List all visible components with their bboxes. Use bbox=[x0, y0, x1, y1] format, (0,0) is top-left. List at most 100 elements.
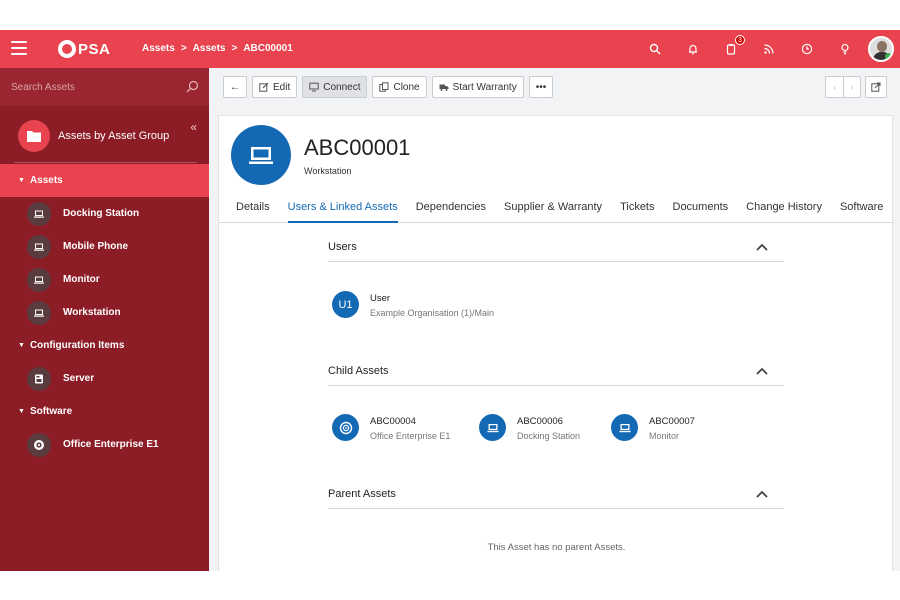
sidebar-item-label: Mobile Phone bbox=[63, 241, 128, 252]
breadcrumb-separator: > bbox=[180, 43, 187, 54]
more-dots-icon: ••• bbox=[535, 81, 547, 93]
notification-badge: 3 bbox=[735, 35, 745, 45]
next-record-icon[interactable]: › bbox=[843, 77, 860, 97]
sidebar-item-label: Monitor bbox=[63, 274, 100, 285]
caret-down-icon: ▼ bbox=[18, 408, 25, 415]
online-status-dot bbox=[885, 53, 892, 60]
sidebar-item-workstation[interactable]: Workstation bbox=[0, 296, 209, 329]
user-name: User bbox=[370, 293, 391, 304]
sidebar-item-label: Workstation bbox=[63, 307, 121, 318]
clipboard-icon bbox=[726, 44, 736, 55]
top-icons: 3 bbox=[636, 30, 900, 68]
sidebar-item-docking-station[interactable]: Docking Station bbox=[0, 197, 209, 230]
child-asset-entry[interactable]: ABC00004 Office Enterprise E1 bbox=[332, 414, 450, 441]
breadcrumb-assets-2[interactable]: Assets bbox=[193, 43, 226, 54]
logo-circle-icon bbox=[58, 40, 76, 58]
breadcrumb-separator: > bbox=[231, 43, 238, 54]
lightbulb-icon bbox=[841, 43, 849, 55]
tab-users-linked-assets[interactable]: Users & Linked Assets bbox=[287, 197, 398, 223]
previous-record-icon[interactable]: ‹ bbox=[826, 77, 843, 97]
tab-tickets[interactable]: Tickets bbox=[620, 197, 654, 222]
search-icon[interactable] bbox=[186, 80, 199, 93]
record-navigation: ‹ › bbox=[825, 76, 861, 98]
child-asset-id: ABC00007 bbox=[649, 416, 695, 427]
user-initials-avatar: U1 bbox=[332, 291, 359, 318]
no-parent-assets-message: This Asset has no parent Assets. bbox=[487, 542, 626, 553]
connect-label: Connect bbox=[323, 81, 361, 93]
edit-button[interactable]: Edit bbox=[252, 76, 298, 98]
logo-text: PSA bbox=[78, 40, 111, 58]
parent-assets-panel-title: Parent Assets bbox=[328, 488, 396, 500]
help-button[interactable] bbox=[826, 30, 864, 68]
laptop-icon bbox=[611, 414, 638, 441]
clone-label: Clone bbox=[393, 81, 420, 93]
user-avatar[interactable] bbox=[868, 36, 894, 62]
tab-change-history[interactable]: Change History bbox=[746, 197, 822, 222]
asset-group-header[interactable]: Assets by Asset Group « bbox=[0, 106, 209, 164]
connect-button[interactable]: Connect bbox=[302, 76, 368, 98]
user-entry[interactable]: U1 User Example Organisation (1)/Main bbox=[332, 291, 494, 318]
parent-assets-panel-header[interactable]: Parent Assets bbox=[328, 484, 784, 509]
section-label: Software bbox=[29, 406, 73, 417]
hamburger-menu-icon[interactable] bbox=[11, 41, 27, 55]
asset-card: ABC00001 Workstation Details Users & Lin… bbox=[218, 115, 894, 571]
users-panel-title: Users bbox=[328, 241, 357, 253]
tab-documents[interactable]: Documents bbox=[673, 197, 729, 222]
open-new-window-button[interactable] bbox=[865, 76, 887, 98]
psa-logo[interactable]: PSA bbox=[58, 39, 110, 59]
caret-down-icon: ▼ bbox=[18, 177, 25, 184]
sidebar-section-assets[interactable]: ▼ Assets bbox=[0, 164, 209, 197]
laptop-icon bbox=[27, 234, 51, 259]
start-warranty-label: Start Warranty bbox=[452, 81, 517, 93]
child-asset-type: Monitor bbox=[649, 431, 680, 441]
feed-button[interactable] bbox=[750, 30, 788, 68]
child-assets-panel-title: Child Assets bbox=[328, 365, 389, 377]
asset-id-title: ABC00001 bbox=[304, 135, 411, 160]
clock-icon bbox=[801, 43, 813, 55]
child-asset-id: ABC00004 bbox=[370, 416, 416, 427]
sidebar-item-label: Office Enterprise E1 bbox=[63, 439, 159, 450]
rss-icon bbox=[764, 44, 774, 54]
caret-down-icon: ▼ bbox=[18, 342, 25, 349]
chevron-up-icon[interactable] bbox=[756, 490, 768, 498]
sidebar-item-office-enterprise-e1[interactable]: Office Enterprise E1 bbox=[0, 428, 209, 461]
sidebar-item-monitor[interactable]: Monitor bbox=[0, 263, 209, 296]
clone-button[interactable]: Clone bbox=[372, 76, 427, 98]
search-input[interactable] bbox=[0, 68, 180, 106]
search-button[interactable] bbox=[636, 30, 674, 68]
tab-supplier-warranty[interactable]: Supplier & Warranty bbox=[504, 197, 602, 222]
child-asset-type: Docking Station bbox=[517, 431, 581, 441]
divider bbox=[14, 162, 197, 163]
sidebar-section-software[interactable]: ▼ Software bbox=[0, 395, 209, 428]
breadcrumb-assets-1[interactable]: Assets bbox=[142, 43, 175, 54]
sidebar-item-label: Docking Station bbox=[63, 208, 140, 219]
section-label: Assets bbox=[29, 175, 63, 186]
asset-laptop-icon bbox=[231, 125, 291, 185]
notifications-button[interactable] bbox=[674, 30, 712, 68]
chevron-up-icon[interactable] bbox=[756, 243, 768, 251]
time-button[interactable] bbox=[788, 30, 826, 68]
tab-software[interactable]: Software bbox=[840, 197, 883, 222]
users-panel-header[interactable]: Users bbox=[328, 237, 784, 262]
start-warranty-button[interactable]: Start Warranty bbox=[431, 76, 524, 98]
top-bar: PSA Assets > Assets > ABC00001 3 bbox=[0, 30, 900, 68]
tab-dependencies[interactable]: Dependencies bbox=[416, 197, 486, 222]
child-asset-entry[interactable]: ABC00007 Monitor bbox=[611, 414, 695, 441]
disc-icon bbox=[27, 432, 51, 457]
back-button[interactable]: ← bbox=[223, 76, 247, 98]
child-asset-id: ABC00006 bbox=[517, 416, 563, 427]
sidebar-item-server[interactable]: Server bbox=[0, 362, 209, 395]
sidebar-item-mobile-phone[interactable]: Mobile Phone bbox=[0, 230, 209, 263]
search-icon bbox=[649, 43, 661, 55]
user-organisation: Example Organisation (1)/Main bbox=[370, 308, 495, 318]
collapse-sidebar-icon[interactable]: « bbox=[190, 120, 197, 134]
section-label: Configuration Items bbox=[29, 340, 125, 351]
sidebar-section-configuration-items[interactable]: ▼ Configuration Items bbox=[0, 329, 209, 362]
edit-label: Edit bbox=[273, 81, 291, 93]
clipboard-button[interactable]: 3 bbox=[712, 30, 750, 68]
more-button[interactable]: ••• bbox=[528, 76, 554, 98]
tab-details[interactable]: Details bbox=[236, 197, 270, 222]
child-assets-panel-header[interactable]: Child Assets bbox=[328, 361, 784, 386]
chevron-up-icon[interactable] bbox=[756, 367, 768, 375]
child-asset-entry[interactable]: ABC00006 Docking Station bbox=[479, 414, 580, 441]
